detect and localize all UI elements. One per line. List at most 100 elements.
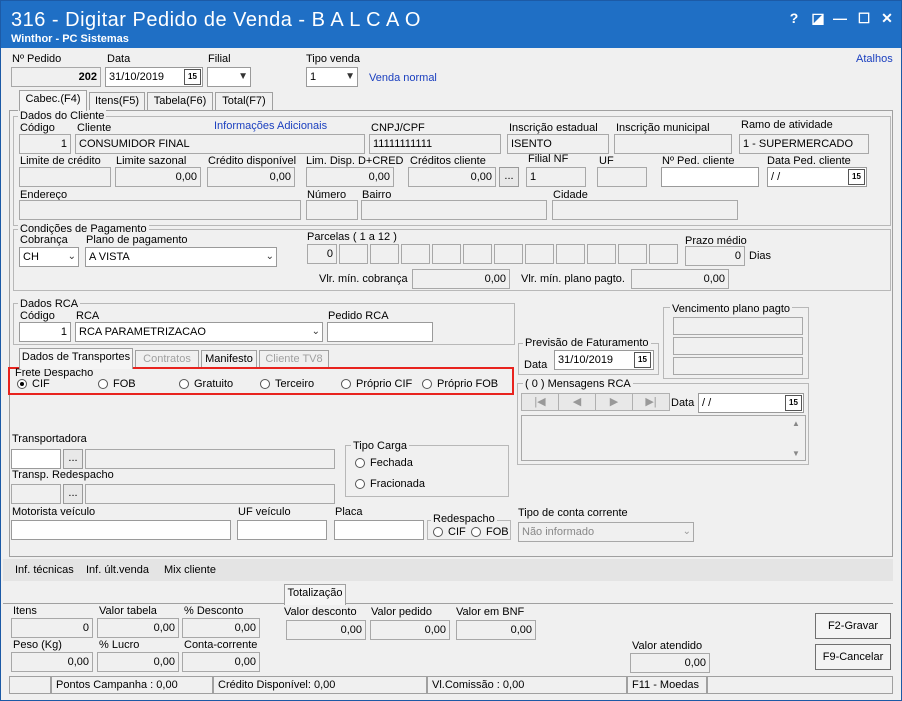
- prev-record-icon[interactable]: ◀: [558, 393, 596, 411]
- limite-credito-field[interactable]: [19, 167, 111, 187]
- pedido-field[interactable]: 202: [11, 67, 101, 87]
- parcela-1-field[interactable]: 0: [307, 244, 337, 264]
- parcela-12-field[interactable]: [649, 244, 678, 264]
- peso-field[interactable]: 0,00: [11, 652, 93, 672]
- transp-redespacho-search-button[interactable]: ...: [63, 484, 83, 504]
- prazo-medio-field[interactable]: 0: [685, 246, 745, 266]
- tipo-carga-fechada-radio[interactable]: Fechada: [355, 457, 413, 469]
- parcela-6-field[interactable]: [463, 244, 492, 264]
- im-field[interactable]: [614, 134, 732, 154]
- frete-terceiro-radio[interactable]: Terceiro: [260, 378, 314, 390]
- parcela-4-field[interactable]: [401, 244, 430, 264]
- motorista-field[interactable]: [11, 520, 231, 540]
- ie-field[interactable]: ISENTO: [507, 134, 609, 154]
- uf-veiculo-field[interactable]: [237, 520, 327, 540]
- placa-field[interactable]: [334, 520, 424, 540]
- num-ped-cliente-field[interactable]: [661, 167, 759, 187]
- scroll-down-icon[interactable]: ▼: [792, 449, 800, 458]
- filial-select[interactable]: ▼: [207, 67, 251, 87]
- parcela-9-field[interactable]: [556, 244, 585, 264]
- redespacho-fob-radio[interactable]: FOB: [471, 526, 509, 538]
- cliente-field[interactable]: CONSUMIDOR FINAL: [75, 134, 365, 154]
- transp-redespacho-nome-field[interactable]: [85, 484, 335, 504]
- tipo-carga-fracionada-radio[interactable]: Fracionada: [355, 478, 425, 490]
- gravar-button[interactable]: F2-Gravar: [815, 613, 891, 639]
- valor-pedido-field[interactable]: 0,00: [370, 620, 450, 640]
- parcela-11-field[interactable]: [618, 244, 647, 264]
- cnpj-field[interactable]: 11111111111: [369, 134, 501, 154]
- uf-field[interactable]: [597, 167, 647, 187]
- bairro-field[interactable]: [361, 200, 547, 220]
- scroll-up-icon[interactable]: ▲: [792, 419, 800, 428]
- restore-layout-icon[interactable]: ◪: [809, 9, 827, 27]
- transportadora-search-button[interactable]: ...: [63, 449, 83, 469]
- vencimento-field-3[interactable]: [673, 357, 803, 375]
- transp-redespacho-codigo-field[interactable]: [11, 484, 61, 504]
- limite-sazonal-field[interactable]: 0,00: [115, 167, 201, 187]
- creditos-cliente-button[interactable]: ...: [499, 167, 519, 187]
- numero-field[interactable]: [306, 200, 358, 220]
- frete-proprio-fob-radio[interactable]: Próprio FOB: [422, 378, 498, 390]
- mensagens-text[interactable]: [521, 415, 806, 461]
- tab-tabela[interactable]: Tabela(F6): [147, 92, 213, 111]
- tipo-conta-select[interactable]: Não informado ⌄: [518, 522, 694, 542]
- pct-lucro-field[interactable]: 0,00: [97, 652, 179, 672]
- first-record-icon[interactable]: |◀: [521, 393, 559, 411]
- rca-select[interactable]: RCA PARAMETRIZACAO ⌄: [75, 322, 323, 342]
- cancelar-button[interactable]: F9-Cancelar: [815, 644, 891, 670]
- mix-cliente-link[interactable]: Mix cliente: [164, 564, 216, 577]
- conta-corrente-field[interactable]: 0,00: [182, 652, 260, 672]
- vlr-min-plano-field[interactable]: 0,00: [631, 269, 729, 289]
- status-moedas[interactable]: F11 - Moedas: [627, 676, 707, 694]
- parcela-7-field[interactable]: [494, 244, 523, 264]
- help-icon[interactable]: ?: [785, 9, 803, 27]
- valor-bnf-field[interactable]: 0,00: [456, 620, 536, 640]
- ramo-field[interactable]: 1 - SUPERMERCADO: [739, 134, 869, 154]
- frete-fob-radio[interactable]: FOB: [98, 378, 136, 390]
- frete-gratuito-radio[interactable]: Gratuito: [179, 378, 233, 390]
- tab-itens[interactable]: Itens(F5): [89, 92, 145, 111]
- minimize-icon[interactable]: —: [831, 9, 849, 27]
- tab-cabec[interactable]: Cabec.(F4): [19, 90, 87, 111]
- endereco-field[interactable]: [19, 200, 301, 220]
- parcela-2-field[interactable]: [339, 244, 368, 264]
- cobranca-select[interactable]: CH ⌄: [19, 247, 79, 267]
- redespacho-cif-radio[interactable]: CIF: [433, 526, 466, 538]
- next-record-icon[interactable]: ▶: [595, 393, 633, 411]
- credito-disp-field[interactable]: 0,00: [207, 167, 295, 187]
- parcela-5-field[interactable]: [432, 244, 461, 264]
- vlr-min-cobranca-field[interactable]: 0,00: [412, 269, 510, 289]
- frete-proprio-cif-radio[interactable]: Próprio CIF: [341, 378, 412, 390]
- filial-nf-field[interactable]: 1: [526, 167, 586, 187]
- pedido-rca-field[interactable]: [327, 322, 433, 342]
- calendar-icon[interactable]: 15: [848, 169, 865, 185]
- vencimento-field-1[interactable]: [673, 317, 803, 335]
- tipo-venda-select[interactable]: 1 ▼: [306, 67, 358, 87]
- creditos-cliente-field[interactable]: 0,00: [408, 167, 496, 187]
- parcela-10-field[interactable]: [587, 244, 616, 264]
- maximize-icon[interactable]: ☐: [855, 9, 873, 27]
- vencimento-field-2[interactable]: [673, 337, 803, 355]
- inf-ult-venda-link[interactable]: Inf. últ.venda: [86, 564, 149, 577]
- info-adicionais-link[interactable]: Informações Adicionais: [214, 120, 327, 133]
- valor-atendido-field[interactable]: 0,00: [630, 653, 710, 673]
- codigo-cliente-field[interactable]: 1: [19, 134, 71, 154]
- pct-desconto-field[interactable]: 0,00: [182, 618, 260, 638]
- valor-desconto-field[interactable]: 0,00: [286, 620, 366, 640]
- cidade-field[interactable]: [552, 200, 738, 220]
- tab-total[interactable]: Total(F7): [215, 92, 273, 111]
- calendar-icon[interactable]: 15: [184, 69, 201, 85]
- parcela-3-field[interactable]: [370, 244, 399, 264]
- frete-cif-radio[interactable]: CIF: [17, 378, 50, 390]
- transportadora-nome-field[interactable]: [85, 449, 335, 469]
- calendar-icon[interactable]: 15: [634, 352, 651, 368]
- parcela-8-field[interactable]: [525, 244, 554, 264]
- last-record-icon[interactable]: ▶|: [632, 393, 670, 411]
- lim-disp-field[interactable]: 0,00: [306, 167, 394, 187]
- atalhos-link[interactable]: Atalhos: [856, 53, 893, 66]
- plano-select[interactable]: A VISTA ⌄: [85, 247, 277, 267]
- calendar-icon[interactable]: 15: [785, 395, 802, 411]
- valor-tabela-field[interactable]: 0,00: [97, 618, 179, 638]
- close-icon[interactable]: ✕: [878, 9, 896, 27]
- tab-totalizacao[interactable]: Totalização: [284, 584, 346, 605]
